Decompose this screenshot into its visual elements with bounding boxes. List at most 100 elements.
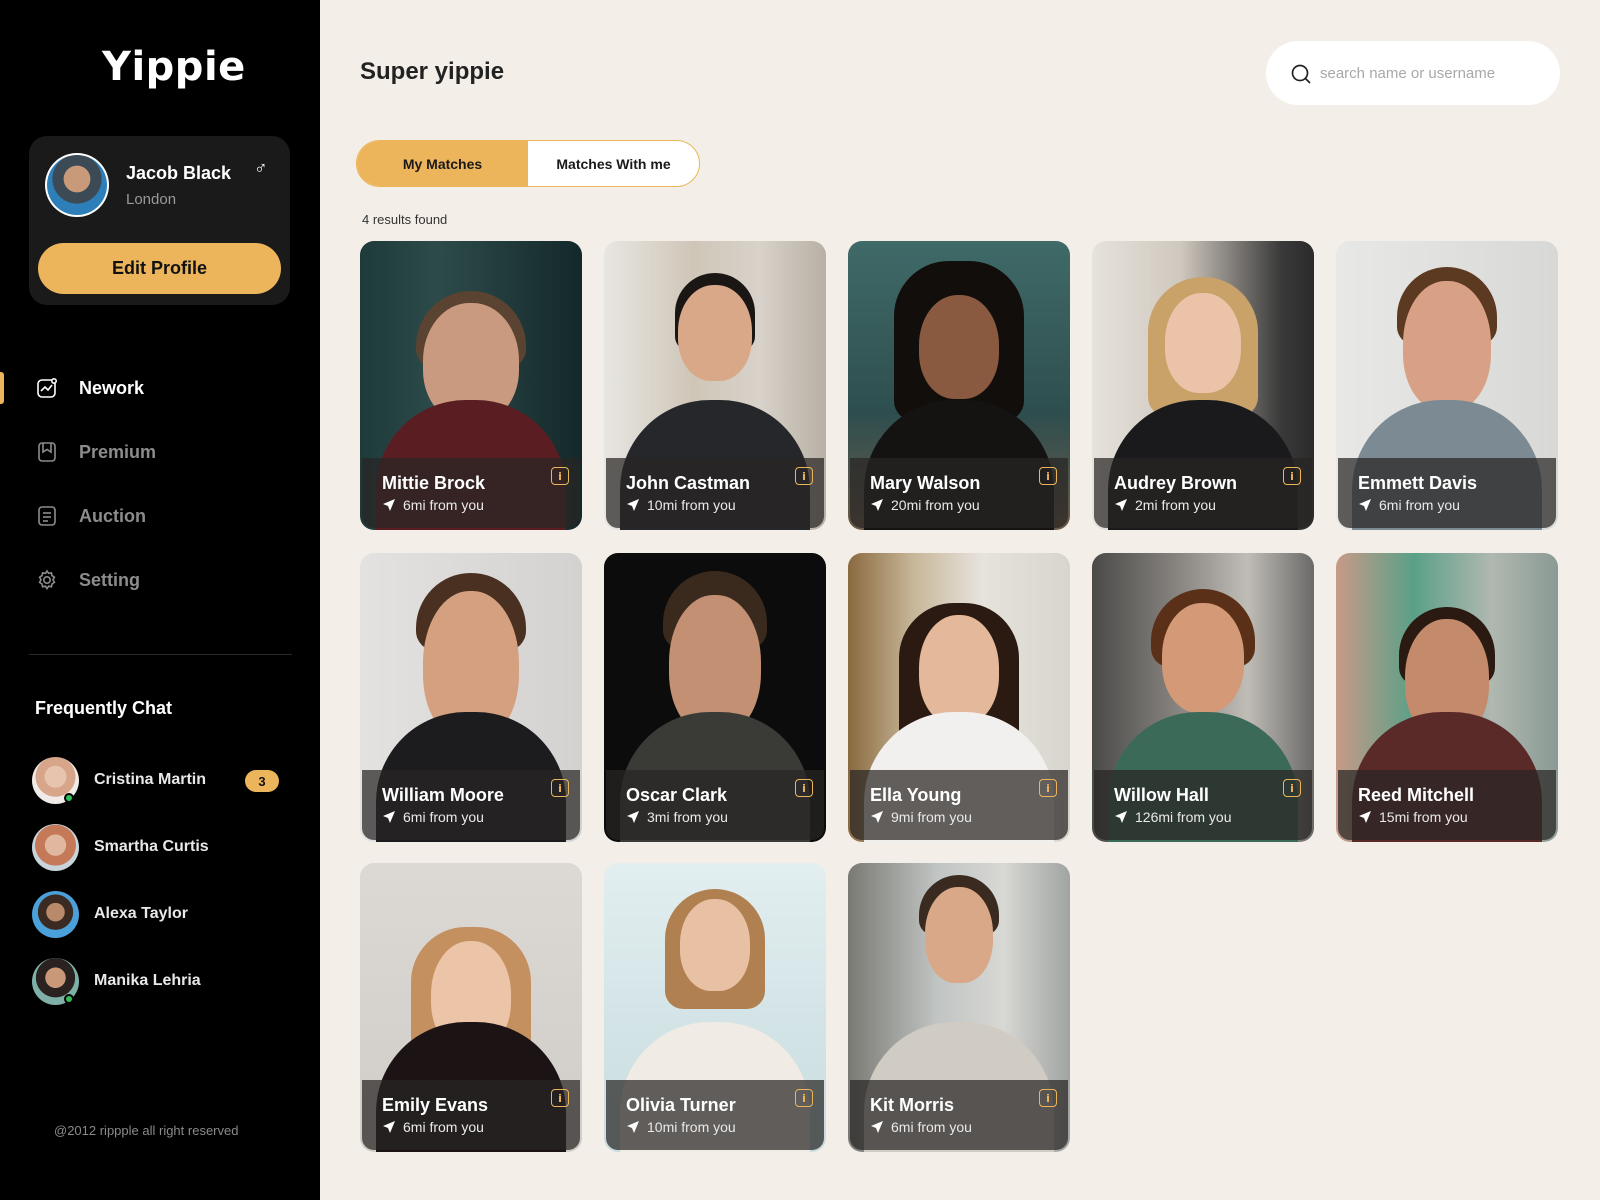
match-distance: 2mi from you bbox=[1135, 497, 1216, 513]
nav-label: Setting bbox=[79, 569, 140, 590]
match-name: John Castman bbox=[626, 473, 751, 493]
match-distance: 10mi from you bbox=[647, 1119, 736, 1135]
info-icon[interactable]: i bbox=[795, 1089, 813, 1107]
nav-item-premium[interactable]: Premium bbox=[0, 430, 320, 474]
match-name: Willow Hall bbox=[1114, 785, 1209, 805]
location-arrow-icon bbox=[870, 810, 884, 824]
search-icon[interactable] bbox=[1290, 63, 1312, 85]
location-arrow-icon bbox=[382, 498, 396, 512]
location-arrow-icon bbox=[626, 1120, 640, 1134]
match-name: Emily Evans bbox=[382, 1095, 489, 1115]
match-card[interactable]: Mittie Brock 6mi from you i bbox=[360, 241, 582, 530]
frequently-chat-title: Frequently Chat bbox=[35, 698, 173, 718]
info-icon[interactable]: i bbox=[1283, 467, 1301, 485]
match-card[interactable]: Willow Hall 126mi from you i bbox=[1092, 553, 1314, 842]
chat-name: Manika Lehria bbox=[94, 972, 201, 989]
match-distance: 10mi from you bbox=[647, 497, 736, 513]
page-title: Super yippie bbox=[360, 58, 505, 85]
profile-card: Jacob Black ♂ London Edit Profile bbox=[29, 136, 290, 305]
location-arrow-icon bbox=[382, 810, 396, 824]
match-distance: 15mi from you bbox=[1379, 809, 1468, 825]
location-arrow-icon bbox=[870, 498, 884, 512]
nav-label: Nework bbox=[79, 377, 145, 398]
match-name: Mittie Brock bbox=[382, 473, 486, 493]
match-card[interactable]: Audrey Brown 2mi from you i bbox=[1092, 241, 1314, 530]
match-distance: 126mi from you bbox=[1135, 809, 1232, 825]
info-icon[interactable]: i bbox=[1283, 779, 1301, 797]
results-count: 4 results found bbox=[362, 212, 448, 227]
nav-item-setting[interactable]: Setting bbox=[0, 558, 320, 602]
match-tabs: My Matches Matches With me bbox=[356, 140, 700, 187]
nav-item-auction[interactable]: Auction bbox=[0, 494, 320, 538]
match-card[interactable]: Emmett Davis 6mi from you bbox=[1336, 241, 1558, 530]
avatar[interactable] bbox=[45, 153, 109, 217]
location-arrow-icon bbox=[382, 1120, 396, 1134]
info-icon[interactable]: i bbox=[551, 779, 569, 797]
divider bbox=[29, 654, 292, 655]
tab-matches-with-me[interactable]: Matches With me bbox=[528, 141, 699, 186]
info-icon[interactable]: i bbox=[795, 779, 813, 797]
info-icon[interactable]: i bbox=[1039, 467, 1057, 485]
match-card[interactable]: Kit Morris 6mi from you i bbox=[848, 863, 1070, 1152]
match-name: Reed Mitchell bbox=[1358, 785, 1475, 805]
match-name: Emmett Davis bbox=[1358, 473, 1478, 493]
match-card[interactable]: John Castman 10mi from you i bbox=[604, 241, 826, 530]
match-name: Olivia Turner bbox=[626, 1095, 736, 1115]
match-card[interactable]: Ella Young 9mi from you i bbox=[848, 553, 1070, 842]
chat-item[interactable]: Manika Lehria bbox=[32, 958, 282, 1006]
info-icon[interactable]: i bbox=[551, 1089, 569, 1107]
info-icon[interactable]: i bbox=[1039, 779, 1057, 797]
male-icon: ♂ bbox=[254, 158, 268, 178]
match-distance: 6mi from you bbox=[403, 497, 484, 513]
match-name: William Moore bbox=[382, 785, 504, 805]
avatar bbox=[32, 891, 79, 938]
nav-item-nework[interactable]: Nework bbox=[0, 366, 320, 410]
location-arrow-icon bbox=[1114, 498, 1128, 512]
match-card[interactable]: Mary Walson 20mi from you i bbox=[848, 241, 1070, 530]
match-card[interactable]: Oscar Clark 3mi from you i bbox=[604, 553, 826, 842]
online-status-dot bbox=[64, 793, 74, 803]
match-card[interactable]: Reed Mitchell 15mi from you bbox=[1336, 553, 1558, 842]
profile-city: London bbox=[126, 191, 177, 208]
app-logo[interactable]: Yippie bbox=[102, 44, 246, 90]
chat-name: Cristina Martin bbox=[94, 771, 207, 788]
profile-name: Jacob Black bbox=[126, 163, 232, 183]
chat-item[interactable]: Smartha Curtis bbox=[32, 824, 282, 872]
info-icon[interactable]: i bbox=[1039, 1089, 1057, 1107]
info-icon[interactable]: i bbox=[551, 467, 569, 485]
match-distance: 9mi from you bbox=[891, 809, 972, 825]
search-box bbox=[1266, 41, 1560, 105]
chat-item[interactable]: Cristina Martin 3 bbox=[32, 757, 282, 805]
copyright: @2012 rippple all right reserved bbox=[54, 1123, 239, 1138]
location-arrow-icon bbox=[626, 498, 640, 512]
match-name: Ella Young bbox=[870, 785, 962, 805]
location-arrow-icon bbox=[626, 810, 640, 824]
location-arrow-icon bbox=[1114, 810, 1128, 824]
edit-profile-button[interactable]: Edit Profile bbox=[38, 243, 281, 294]
unread-badge: 3 bbox=[245, 770, 279, 792]
sidebar: Yippie Jacob Black ♂ London Edit Profile… bbox=[0, 0, 320, 1200]
match-distance: 6mi from you bbox=[403, 809, 484, 825]
match-name: Kit Morris bbox=[870, 1095, 955, 1115]
chart-icon bbox=[36, 377, 58, 399]
tab-my-matches[interactable]: My Matches bbox=[357, 141, 528, 186]
bookmark-icon bbox=[36, 441, 58, 463]
search-input[interactable] bbox=[1320, 59, 1540, 87]
match-distance: 6mi from you bbox=[403, 1119, 484, 1135]
gear-icon bbox=[36, 569, 58, 591]
location-arrow-icon bbox=[1358, 810, 1372, 824]
match-card[interactable]: Emily Evans 6mi from you i bbox=[360, 863, 582, 1152]
location-arrow-icon bbox=[870, 1120, 884, 1134]
chat-item[interactable]: Alexa Taylor bbox=[32, 891, 282, 939]
info-icon[interactable]: i bbox=[795, 467, 813, 485]
match-name: Audrey Brown bbox=[1114, 473, 1238, 493]
online-status-dot bbox=[64, 994, 74, 1004]
match-card[interactable]: Olivia Turner 10mi from you i bbox=[604, 863, 826, 1152]
location-arrow-icon bbox=[1358, 498, 1372, 512]
match-distance: 3mi from you bbox=[647, 809, 728, 825]
nav-label: Premium bbox=[79, 441, 157, 462]
match-card[interactable]: William Moore 6mi from you i bbox=[360, 553, 582, 842]
match-distance: 20mi from you bbox=[891, 497, 980, 513]
nav-label: Auction bbox=[79, 505, 146, 526]
match-name: Mary Walson bbox=[870, 473, 981, 493]
